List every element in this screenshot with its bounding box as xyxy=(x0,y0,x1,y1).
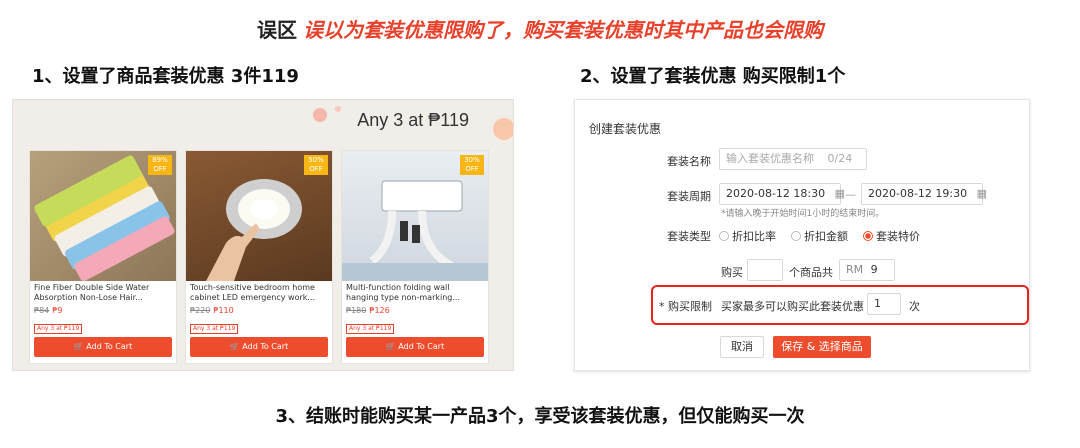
radio-selected-icon xyxy=(863,231,873,241)
bundle-name-placeholder: 输入套装优惠名称 xyxy=(726,152,814,165)
discount-badge: 89% OFF xyxy=(148,155,172,175)
original-price: ₱180 xyxy=(346,306,367,315)
create-bundle-form: 创建套装优惠 套装名称 输入套装优惠名称 0/24 套装周期 2020-08-1… xyxy=(574,99,1030,371)
add-to-cart-button[interactable]: 🛒 Add To Cart xyxy=(34,337,172,357)
sale-price: ₱126 xyxy=(369,306,390,315)
form-title: 创建套装优惠 xyxy=(589,122,662,136)
calendar-icon: ▦ xyxy=(834,187,846,200)
page-title: 误区 误以为套装优惠限购了，购买套装优惠时其中产品也会限购 xyxy=(0,14,1080,43)
start-date-input[interactable]: 2020-08-12 18:30 ▦ xyxy=(719,183,845,205)
product-name: Multi-function folding wall hanging type… xyxy=(346,283,460,302)
title-lead: 误区 xyxy=(257,18,297,42)
buy-label: 购买 xyxy=(721,266,743,279)
save-and-select-button[interactable]: 保存 & 选择商品 xyxy=(773,336,871,358)
discount-badge: 50% OFF xyxy=(304,155,328,175)
calendar-icon: ▦ xyxy=(976,187,988,200)
add-to-cart-label: Add To Cart xyxy=(86,342,133,351)
title-highlight: 误以为套装优惠限购了，购买套装优惠时其中产品也会限购 xyxy=(303,18,823,42)
currency-label: RM xyxy=(846,263,864,276)
price-value: 9 xyxy=(870,263,878,276)
product-image-wall-hook: 30% OFF xyxy=(342,151,488,281)
decor-bubble xyxy=(493,118,513,140)
add-to-cart-label: Add To Cart xyxy=(242,342,289,351)
bundle-tag: Any 3 at ₱119 xyxy=(34,324,83,334)
product-card[interactable]: 50% OFF Touch-sensitive bedroom home cab… xyxy=(185,150,333,364)
limit-unit: 次 xyxy=(909,300,920,313)
bundle-price-input[interactable]: RM 9 xyxy=(839,259,895,281)
decor-bubble xyxy=(335,106,341,112)
discount-badge: 30% OFF xyxy=(460,155,484,175)
buy-quantity-input[interactable] xyxy=(747,259,783,281)
cart-icon: 🛒 xyxy=(73,342,84,351)
char-count: 0/24 xyxy=(827,152,853,165)
step-3-heading: 3、结账时能购买某一产品3个，享受该套装优惠，但仅能购买一次 xyxy=(275,406,805,427)
product-price: ₱220 ₱110 xyxy=(186,303,332,315)
start-date-value: 2020-08-12 18:30 xyxy=(726,187,826,200)
bundle-tag: Any 3 at ₱119 xyxy=(346,324,395,334)
sale-price: ₱110 xyxy=(213,306,234,315)
end-date-input[interactable]: 2020-08-12 19:30 ▦ xyxy=(861,183,987,205)
original-price: ₱220 xyxy=(190,306,211,315)
cancel-button[interactable]: 取消 xyxy=(720,336,764,358)
product-image-towels: 89% OFF xyxy=(30,151,176,281)
date-separator: — xyxy=(845,188,856,201)
bundle-name-input[interactable]: 输入套装优惠名称 0/24 xyxy=(719,148,867,170)
product-card[interactable]: 30% OFF Multi-function folding wall hang… xyxy=(341,150,489,364)
purchase-limit-input[interactable]: 1 xyxy=(867,293,901,315)
items-total-label: 个商品共 xyxy=(789,266,833,279)
product-image-led-light: 50% OFF xyxy=(186,151,332,281)
bundle-name-label: 套装名称 xyxy=(667,155,711,168)
type-option-label: 套装特价 xyxy=(876,230,920,243)
cart-icon: 🛒 xyxy=(229,342,240,351)
radio-icon xyxy=(719,231,729,241)
product-name: Touch-sensitive bedroom home cabinet LED… xyxy=(190,283,316,302)
type-option-ratio[interactable]: 折扣比率 xyxy=(719,228,776,244)
product-price: ₱84 ₱9 xyxy=(30,303,176,315)
step-2-heading: 2、设置了套装优惠 购买限制1个 xyxy=(580,66,846,87)
add-to-cart-button[interactable]: 🛒 Add To Cart xyxy=(346,337,484,357)
limit-value: 1 xyxy=(874,297,881,310)
product-card[interactable]: 89% OFF Fine Fiber Double Side Water Abs… xyxy=(29,150,177,364)
purchase-limit-text: 买家最多可以购买此套装优惠 xyxy=(721,300,864,313)
bundle-period-label: 套装周期 xyxy=(667,190,711,203)
sale-price: ₱9 xyxy=(52,306,63,315)
type-option-label: 折扣比率 xyxy=(732,230,776,243)
decor-bubble xyxy=(313,108,327,122)
radio-icon xyxy=(791,231,801,241)
bundle-deal-shop-panel: Any 3 at ₱119 89% OFF Fine Fiber Double … xyxy=(12,99,514,371)
original-price: ₱84 xyxy=(34,306,50,315)
type-option-label: 折扣金额 xyxy=(804,230,848,243)
product-name: Fine Fiber Double Side Water Absorption … xyxy=(34,283,150,302)
type-option-amount[interactable]: 折扣金额 xyxy=(791,228,848,244)
bundle-type-label: 套装类型 xyxy=(667,230,711,243)
type-option-special-price[interactable]: 套装特价 xyxy=(863,228,920,244)
bundle-tag: Any 3 at ₱119 xyxy=(190,324,239,334)
product-price: ₱180 ₱126 xyxy=(342,303,488,315)
end-date-value: 2020-08-12 19:30 xyxy=(868,187,968,200)
bundle-offer-label: Any 3 at ₱119 xyxy=(357,110,469,130)
period-hint: *请输入晚于开始时间1小时的结束时间。 xyxy=(721,209,885,219)
purchase-limit-label: * 购买限制 xyxy=(659,300,712,313)
cart-icon: 🛒 xyxy=(385,342,396,351)
step-1-heading: 1、设置了商品套装优惠 3件119 xyxy=(32,66,299,87)
add-to-cart-label: Add To Cart xyxy=(398,342,445,351)
add-to-cart-button[interactable]: 🛒 Add To Cart xyxy=(190,337,328,357)
